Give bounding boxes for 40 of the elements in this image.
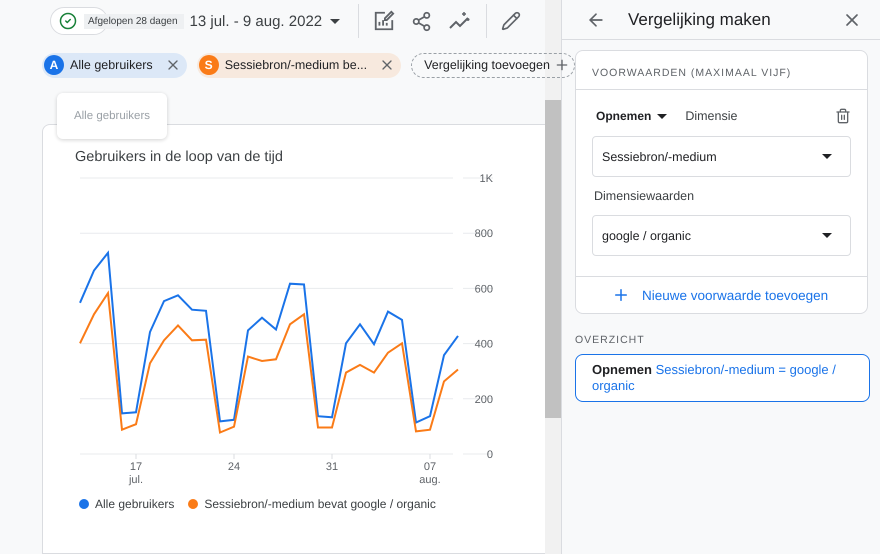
panel-title: Vergelijking maken xyxy=(628,10,772,30)
caret-icon xyxy=(330,18,340,24)
comparison-chip[interactable]: S Sessiebron/-medium be... xyxy=(196,52,402,78)
comparison-label: Alle gebruikers xyxy=(70,58,153,72)
card-title: Gebruikers in de loop van de tijd xyxy=(75,149,284,165)
summary-text: Opnemen Sessiebron/-medium = google / organic xyxy=(575,354,870,402)
comparison-badge: A xyxy=(44,55,64,75)
comparison-label: Sessiebron/-medium be... xyxy=(224,58,368,72)
comparison-badge: S xyxy=(198,55,219,75)
value-select[interactable]: google / organic xyxy=(592,215,851,256)
section-heading: OVERZICHT xyxy=(575,334,646,346)
section-heading: VOORWAARDEN (MAXIMAAL VIJF) xyxy=(592,67,792,79)
caret-icon xyxy=(822,233,832,238)
plus-icon xyxy=(554,57,570,73)
caret-icon xyxy=(657,114,668,118)
dimension-select[interactable]: Sessiebron/-medium xyxy=(592,136,851,177)
axis-label: 1K xyxy=(480,173,493,185)
legend-item: Alle gebruikers xyxy=(79,497,174,511)
add-condition-button[interactable]: Nieuwe voorwaarde toevoegen xyxy=(612,277,867,313)
axis-label: 24 xyxy=(228,461,240,473)
date-range-button[interactable]: 13 jul. - 9 aug. 2022 xyxy=(190,12,352,30)
caret-icon xyxy=(822,154,832,159)
plus-icon xyxy=(612,286,630,304)
mode-dropdown[interactable]: Opnemen xyxy=(596,109,668,123)
tooltip: Alle gebruikers xyxy=(57,93,167,139)
check-icon xyxy=(59,12,77,30)
delete-icon[interactable] xyxy=(835,108,851,124)
axis-label: 400 xyxy=(474,338,493,351)
comparison-chip[interactable]: A Alle gebruikers xyxy=(42,52,187,78)
field-label: Dimensiewaarden xyxy=(594,189,696,203)
legend-item: Sessiebron/-medium bevat google / organic xyxy=(188,497,436,511)
axis-label: 0 xyxy=(486,449,493,461)
dimension-label: Dimensie xyxy=(685,109,738,123)
period-label: Afgelopen 28 dagen xyxy=(84,14,184,28)
axis-label: 31 xyxy=(326,461,338,473)
axis-label: 600 xyxy=(474,283,493,296)
axis-label: 800 xyxy=(474,228,493,240)
axis-label: 17 jul. xyxy=(128,461,144,486)
axis-label: 200 xyxy=(474,394,493,406)
axis-label: 07 aug. xyxy=(419,461,441,486)
